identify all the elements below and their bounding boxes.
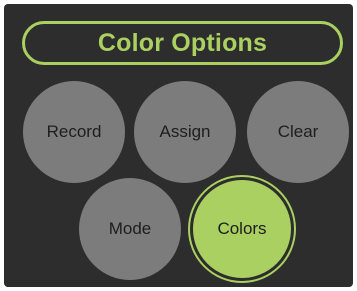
assign-button[interactable]: Assign bbox=[134, 81, 236, 183]
colors-button-selected[interactable]: Colors bbox=[190, 177, 294, 281]
clear-button[interactable]: Clear bbox=[247, 81, 349, 183]
color-options-panel: Color Options Record Assign Clear Mode C… bbox=[4, 4, 353, 287]
panel-title: Color Options bbox=[22, 21, 343, 65]
mode-button[interactable]: Mode bbox=[79, 178, 181, 280]
record-button[interactable]: Record bbox=[23, 81, 125, 183]
